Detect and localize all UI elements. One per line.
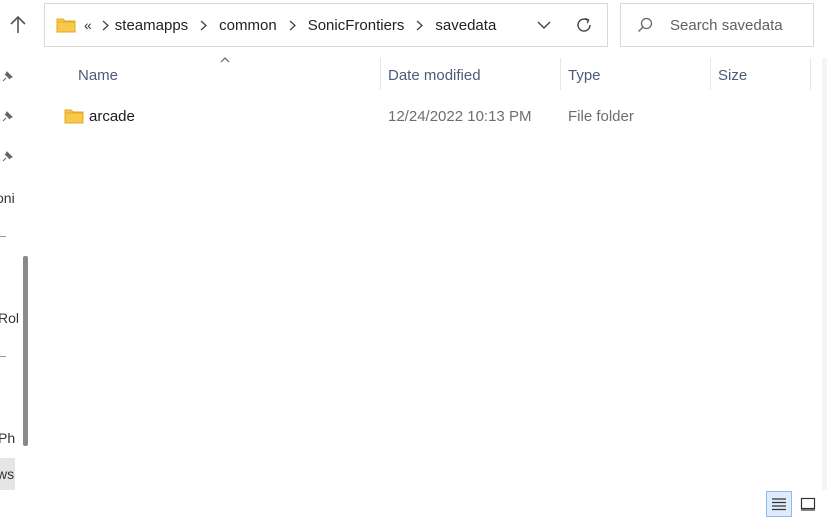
column-divider[interactable] — [560, 58, 561, 90]
breadcrumb-item-savedata[interactable]: savedata — [435, 17, 496, 34]
breadcrumb: steamapps common SonicFrontiers savedata — [96, 17, 496, 34]
chevron-right-icon[interactable] — [289, 20, 296, 31]
address-bar[interactable]: « steamapps common SonicFrontiers saveda… — [44, 3, 608, 47]
chevron-down-icon — [537, 21, 551, 29]
up-button[interactable] — [2, 8, 34, 42]
column-header-size[interactable]: Size — [718, 58, 808, 92]
details-view-button[interactable] — [766, 491, 792, 517]
arrow-up-icon — [10, 15, 26, 33]
chevron-right-icon[interactable] — [416, 20, 424, 31]
column-header-name[interactable]: Name — [78, 58, 378, 92]
search-input[interactable] — [670, 16, 810, 34]
file-name: arcade — [89, 107, 135, 125]
nav-item-label[interactable]: oni — [0, 190, 16, 210]
refresh-icon — [577, 17, 591, 32]
breadcrumb-item-sonicfrontiers[interactable]: SonicFrontiers — [308, 17, 405, 34]
file-row[interactable]: arcade 12/24/2022 10:13 PM File folder — [60, 100, 808, 132]
pin-icon — [2, 111, 13, 122]
refresh-button[interactable] — [569, 10, 599, 40]
chevron-right-icon — [102, 20, 109, 31]
column-divider[interactable] — [710, 58, 711, 90]
column-header-name-label: Name — [78, 66, 119, 84]
nav-item-label[interactable]: Rol — [0, 310, 19, 330]
status-bar — [36, 490, 827, 517]
column-divider[interactable] — [380, 58, 381, 90]
nav-item-label: ws — [0, 466, 15, 482]
vertical-scrollbar-track[interactable] — [822, 58, 827, 490]
breadcrumb-overflow-button[interactable]: « — [84, 17, 92, 33]
pin-icon — [2, 71, 13, 82]
large-icons-view-button[interactable] — [797, 493, 819, 515]
column-header-type-label: Type — [568, 66, 601, 84]
large-icons-view-icon — [800, 497, 816, 511]
details-view-icon — [772, 498, 786, 511]
column-header-date-label: Date modified — [388, 66, 481, 84]
nav-item-label[interactable]: Ph — [0, 430, 18, 450]
file-type: File folder — [568, 107, 634, 125]
pin-icon — [2, 151, 13, 162]
chevron-right-icon[interactable] — [200, 20, 208, 31]
folder-icon — [64, 109, 84, 124]
navigation-pane[interactable]: oni Rol Ph ws — [0, 58, 36, 490]
column-header-type[interactable]: Type — [568, 58, 708, 92]
breadcrumb-item-steamapps[interactable]: steamapps — [115, 17, 188, 34]
column-header-size-label: Size — [718, 66, 748, 84]
nav-divider — [0, 236, 6, 237]
search-icon — [637, 16, 655, 34]
nav-divider — [0, 356, 6, 357]
address-history-dropdown[interactable] — [529, 10, 559, 40]
breadcrumb-item-common[interactable]: common — [219, 17, 277, 34]
search-box[interactable] — [620, 3, 814, 47]
column-header-date-modified[interactable]: Date modified — [388, 58, 558, 92]
folder-icon — [56, 18, 76, 33]
nav-item-selected[interactable]: ws — [0, 458, 15, 490]
file-date-modified: 12/24/2022 10:13 PM — [388, 107, 532, 125]
nav-scrollbar-thumb[interactable] — [23, 256, 28, 446]
column-divider[interactable] — [810, 58, 811, 90]
